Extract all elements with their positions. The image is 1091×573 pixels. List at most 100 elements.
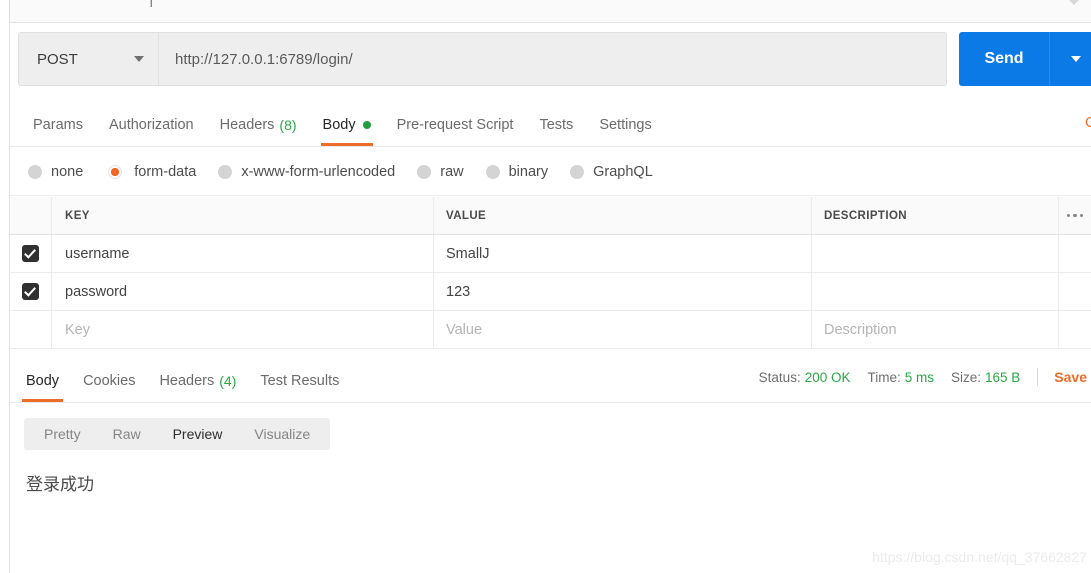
header-cell-description: DESCRIPTION: [812, 197, 1059, 234]
request-url-input[interactable]: http://127.0.0.1:6789/login/: [159, 33, 946, 85]
send-button-group: Send: [959, 32, 1091, 86]
response-tabs-bar: Body Cookies Headers (4) Test Results St…: [10, 359, 1091, 403]
row-value-value: SmallJ: [446, 245, 490, 262]
cookies-link[interactable]: Cookies: [1085, 115, 1091, 131]
tab-headers[interactable]: Headers (8): [207, 103, 310, 146]
empty-row-value-placeholder: Value: [446, 321, 483, 338]
row-description-cell[interactable]: [812, 273, 1059, 310]
row-value-cell[interactable]: 123: [434, 273, 812, 310]
empty-row-more-cell: [1059, 311, 1091, 348]
body-type-raw[interactable]: raw: [417, 163, 464, 180]
row-checkbox-checked-icon[interactable]: [22, 245, 39, 262]
tab-authorization[interactable]: Authorization: [96, 103, 207, 146]
response-view-toggle-group: Pretty Raw Preview Visualize: [24, 418, 331, 450]
header-cell-value: VALUE: [434, 197, 812, 234]
row-key-value: password: [65, 283, 128, 300]
method-url-group: POST http://127.0.0.1:6789/login/: [18, 32, 947, 86]
send-options-button[interactable]: [1049, 32, 1091, 86]
header-cell-more: [1059, 197, 1091, 234]
row-value-cell[interactable]: SmallJ: [434, 235, 812, 272]
view-mode-pretty[interactable]: Pretty: [28, 418, 97, 450]
response-tab-test-results[interactable]: Test Results: [248, 359, 351, 402]
body-type-x-www-form-urlencoded[interactable]: x-www-form-urlencoded: [218, 164, 395, 180]
top-tab-strip: l: [0, 0, 1091, 23]
watermark: https://blog.csdn.net/qq_37662827: [872, 549, 1087, 565]
response-tab-headers[interactable]: Headers (4): [147, 359, 248, 402]
response-tab-cookies-label: Cookies: [83, 372, 136, 389]
empty-row-description-cell[interactable]: Description: [812, 311, 1059, 348]
time-value: 5 ms: [904, 369, 934, 385]
table-header-row: KEY VALUE DESCRIPTION: [10, 197, 1091, 235]
tab-params-label: Params: [33, 116, 83, 133]
body-type-graphql[interactable]: GraphQL: [570, 164, 653, 180]
table-row: username SmallJ: [10, 235, 1091, 273]
radio-icon: [218, 164, 233, 179]
body-type-binary[interactable]: binary: [485, 164, 548, 180]
row-key-cell[interactable]: username: [52, 235, 434, 272]
tab-authorization-label: Authorization: [108, 116, 194, 133]
row-checkbox-cell: [10, 235, 52, 272]
status-value: 200 OK: [804, 369, 851, 385]
row-more-cell: [1059, 235, 1091, 272]
request-url-row: POST http://127.0.0.1:6789/login/ Send: [10, 23, 1091, 95]
tab-pre-request-script[interactable]: Pre-request Script: [384, 103, 527, 146]
radio-icon: [570, 164, 585, 179]
header-cell-check: [10, 197, 52, 234]
chevron-down-icon: [1071, 56, 1081, 62]
size-label: Size:: [951, 369, 982, 385]
row-checkbox-checked-icon[interactable]: [22, 283, 39, 300]
body-type-form-data-label: form-data: [134, 163, 197, 180]
ellipsis-icon[interactable]: [1066, 213, 1084, 218]
row-description-cell[interactable]: [812, 235, 1059, 272]
view-mode-raw[interactable]: Raw: [97, 418, 157, 450]
top-strip-left-edge: [0, 0, 10, 22]
response-tab-body[interactable]: Body: [14, 359, 71, 402]
size-badge[interactable]: Size: 165 B: [951, 370, 1020, 385]
body-type-radio-group: none form-data x-www-form-urlencoded raw…: [10, 148, 1091, 196]
status-badge[interactable]: Status: 200 OK: [759, 370, 851, 385]
save-response-link[interactable]: Save: [1054, 369, 1091, 385]
http-method-select[interactable]: POST: [19, 33, 159, 85]
body-type-none[interactable]: none: [28, 164, 83, 180]
tab-settings[interactable]: Settings: [586, 103, 664, 146]
row-more-cell: [1059, 273, 1091, 310]
row-key-cell[interactable]: password: [52, 273, 434, 310]
empty-row-checkbox-cell: [10, 311, 52, 348]
view-mode-visualize[interactable]: Visualize: [238, 418, 326, 450]
response-tab-cookies[interactable]: Cookies: [71, 359, 147, 402]
body-type-raw-label: raw: [440, 163, 464, 180]
request-tabs: Params Authorization Headers (8) Body Pr…: [10, 103, 1091, 147]
empty-row-key-cell[interactable]: Key: [52, 311, 434, 348]
view-mode-preview[interactable]: Preview: [157, 418, 239, 450]
tab-headers-count: (8): [279, 116, 297, 133]
body-type-form-data[interactable]: form-data: [105, 161, 197, 182]
tab-tests[interactable]: Tests: [526, 103, 586, 146]
send-button[interactable]: Send: [959, 32, 1049, 86]
header-value-label: VALUE: [446, 209, 487, 222]
tab-body-label: Body: [322, 116, 356, 133]
row-value-value: 123: [446, 283, 471, 300]
empty-row-value-cell[interactable]: Value: [434, 311, 812, 348]
response-tab-body-label: Body: [26, 372, 60, 389]
body-type-urlencoded-label: x-www-form-urlencoded: [241, 163, 396, 180]
tab-params[interactable]: Params: [20, 103, 96, 146]
body-type-graphql-label: GraphQL: [593, 163, 653, 180]
tab-tests-label: Tests: [539, 116, 574, 133]
table-row-empty: Key Value Description: [10, 311, 1091, 349]
body-modified-dot-icon: [362, 120, 371, 129]
response-tab-test-results-label: Test Results: [260, 372, 340, 389]
tab-headers-label: Headers: [219, 116, 275, 133]
top-tab-fragment-label: l: [150, 0, 153, 7]
response-body-text: 登录成功: [26, 475, 94, 495]
response-tab-headers-count: (4): [219, 372, 237, 389]
empty-row-key-placeholder: Key: [65, 321, 90, 338]
radio-icon: [485, 164, 500, 179]
http-method-label: POST: [37, 50, 78, 68]
tab-pre-request-script-label: Pre-request Script: [396, 116, 514, 133]
status-label: Status:: [758, 369, 801, 385]
header-key-label: KEY: [65, 209, 90, 222]
chevron-down-icon[interactable]: [1069, 0, 1079, 5]
tab-body[interactable]: Body: [310, 103, 384, 146]
radio-icon: [28, 164, 42, 179]
header-description-label: DESCRIPTION: [824, 209, 907, 222]
